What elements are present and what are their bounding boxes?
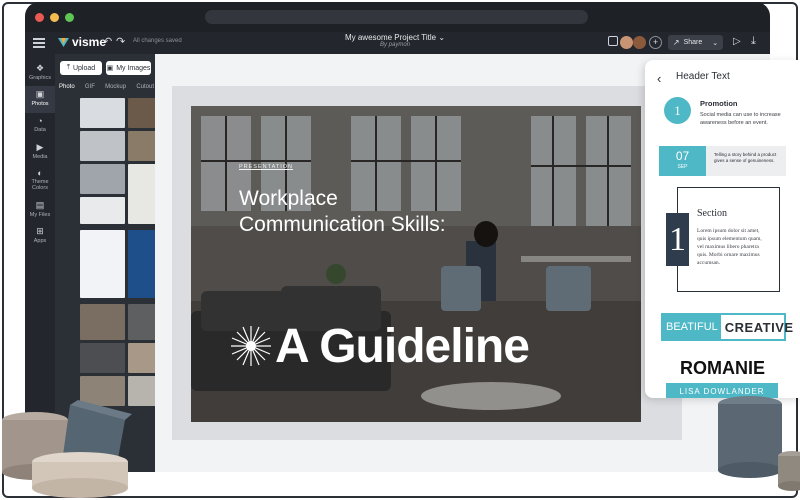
redo-icon[interactable]: ↷ bbox=[116, 35, 125, 48]
visme-logo-icon bbox=[58, 37, 69, 47]
upload-button[interactable]: ⤒ Upload bbox=[60, 61, 102, 75]
nav-label: Theme Colors bbox=[31, 179, 49, 191]
my-images-button[interactable]: ▣ My Images bbox=[106, 61, 151, 75]
back-arrow-icon[interactable]: ‹ bbox=[657, 71, 661, 86]
template-blocks-panel: ‹ Header Text 1 Promotion Social media c… bbox=[645, 60, 800, 398]
creative-label: CREATIVE bbox=[724, 319, 794, 335]
date-month: SEP bbox=[677, 164, 688, 170]
nav-item-data[interactable]: ◔ Data bbox=[25, 113, 55, 140]
editor-toolbar: visme ↶ ↷ All changes saved My awesome P… bbox=[25, 32, 770, 54]
project-title-text: My awesome Project Title bbox=[344, 33, 437, 42]
palette-icon: ◐ bbox=[37, 168, 43, 178]
photo-thumbnail[interactable] bbox=[80, 230, 125, 298]
share-button[interactable]: ↗ Share ⌄ bbox=[668, 35, 723, 50]
nav-item-my-files[interactable]: ▤ My Files bbox=[25, 197, 55, 224]
section-number: 1 bbox=[666, 213, 689, 266]
share-label: Share bbox=[683, 39, 703, 46]
play-icon[interactable]: ▷ bbox=[733, 36, 741, 47]
project-byline: By paymon bbox=[379, 42, 410, 48]
folder-icon: ▤ bbox=[35, 200, 45, 210]
section-text[interactable]: Lorem ipsum dolor sit amet, quis ipsum e… bbox=[697, 227, 769, 267]
photo-thumbnail[interactable] bbox=[80, 164, 125, 194]
media-icon: ▶ bbox=[36, 142, 44, 152]
asset-tabs: Photo GIF Mockup Cutout bbox=[59, 84, 154, 90]
undo-icon[interactable]: ↶ bbox=[103, 35, 112, 48]
save-status: All changes saved bbox=[133, 38, 182, 44]
nav-label: Data bbox=[34, 127, 46, 133]
promotion-text[interactable]: Social media can use to increase awarene… bbox=[700, 112, 790, 127]
slide-kicker[interactable]: PRESENTATION bbox=[239, 164, 293, 170]
my-images-label: My Images bbox=[116, 64, 151, 72]
apps-icon: ⊞ bbox=[36, 226, 44, 236]
tab-cutout[interactable]: Cutout bbox=[136, 84, 154, 90]
nav-item-theme-colors[interactable]: ◐ Theme Colors bbox=[25, 165, 55, 198]
graphics-icon: ❖ bbox=[35, 63, 45, 73]
hamburger-menu-icon[interactable] bbox=[33, 36, 45, 48]
panel-header-text[interactable]: Header Text bbox=[676, 71, 730, 82]
date-day: 07 bbox=[675, 149, 690, 163]
collaborator-avatar[interactable] bbox=[633, 36, 646, 49]
photos-icon: ▣ bbox=[35, 89, 45, 99]
nav-label: My Files bbox=[29, 212, 51, 218]
upload-icon: ⤒ bbox=[66, 64, 70, 71]
nav-label: Media bbox=[32, 154, 48, 160]
starburst-icon bbox=[231, 326, 271, 366]
close-window-dot[interactable] bbox=[35, 13, 44, 22]
beatiful-creative-block[interactable]: BEATIFUL CREATIVE bbox=[661, 313, 793, 341]
nav-item-apps[interactable]: ⊞ Apps bbox=[25, 223, 55, 250]
image-icon: ▣ bbox=[106, 65, 114, 72]
tab-mockup[interactable]: Mockup bbox=[105, 84, 126, 90]
slide-background-photo bbox=[191, 106, 641, 422]
section-title[interactable]: Section bbox=[697, 208, 727, 219]
project-title[interactable]: My awesome Project Title ⌄ bbox=[325, 33, 465, 42]
download-icon[interactable]: ⤓ bbox=[751, 35, 756, 48]
photo-thumbnail[interactable] bbox=[80, 343, 125, 373]
photo-thumbnail[interactable] bbox=[80, 131, 125, 161]
comment-icon[interactable] bbox=[608, 36, 618, 46]
nav-item-media[interactable]: ▶ Media bbox=[25, 139, 55, 166]
date-badge: 07 SEP bbox=[659, 146, 706, 176]
date-block-text[interactable]: Telling a story behind a product gives a… bbox=[714, 152, 786, 164]
data-icon: ◔ bbox=[37, 116, 43, 126]
minimize-window-dot[interactable] bbox=[50, 13, 59, 22]
add-collaborator-icon[interactable]: + bbox=[649, 36, 662, 49]
nav-item-graphics[interactable]: ❖ Graphics bbox=[25, 60, 55, 87]
tab-photo[interactable]: Photo bbox=[59, 84, 75, 90]
window-controls bbox=[35, 13, 74, 22]
logo-text: visme bbox=[72, 35, 107, 49]
beatiful-label: BEATIFUL bbox=[663, 315, 721, 339]
photo-thumbnail[interactable] bbox=[80, 98, 125, 128]
photo-thumbnail[interactable] bbox=[80, 304, 125, 340]
promotion-title[interactable]: Promotion bbox=[700, 99, 738, 108]
slide-big-text[interactable]: A Guideline bbox=[275, 319, 530, 374]
upload-label: Upload bbox=[72, 64, 96, 72]
slide-canvas[interactable]: PRESENTATION Workplace Communication Ski… bbox=[191, 106, 641, 422]
promotion-number-badge: 1 bbox=[664, 97, 691, 124]
collaborator-avatar[interactable] bbox=[620, 36, 633, 49]
maximize-window-dot[interactable] bbox=[65, 13, 74, 22]
share-icon: ↗ bbox=[672, 38, 680, 47]
photo-thumbnail[interactable] bbox=[80, 197, 125, 224]
romanie-title[interactable]: ROMANIE bbox=[645, 358, 800, 379]
address-bar[interactable] bbox=[205, 10, 588, 24]
share-dropdown-icon[interactable]: ⌄ bbox=[712, 39, 718, 47]
visme-logo[interactable]: visme bbox=[58, 35, 106, 49]
nav-label: Photos bbox=[31, 101, 49, 107]
nav-item-photos[interactable]: ▣ Photos bbox=[25, 86, 55, 113]
chevron-down-icon: ⌄ bbox=[438, 33, 446, 42]
nav-label: Graphics bbox=[28, 75, 51, 81]
tab-gif[interactable]: GIF bbox=[85, 84, 95, 90]
decorative-cylinders-right bbox=[718, 396, 800, 491]
decorative-cylinders-left bbox=[2, 400, 132, 498]
slide-headline[interactable]: Workplace Communication Skills: bbox=[239, 186, 459, 238]
nav-label: Apps bbox=[33, 238, 47, 244]
